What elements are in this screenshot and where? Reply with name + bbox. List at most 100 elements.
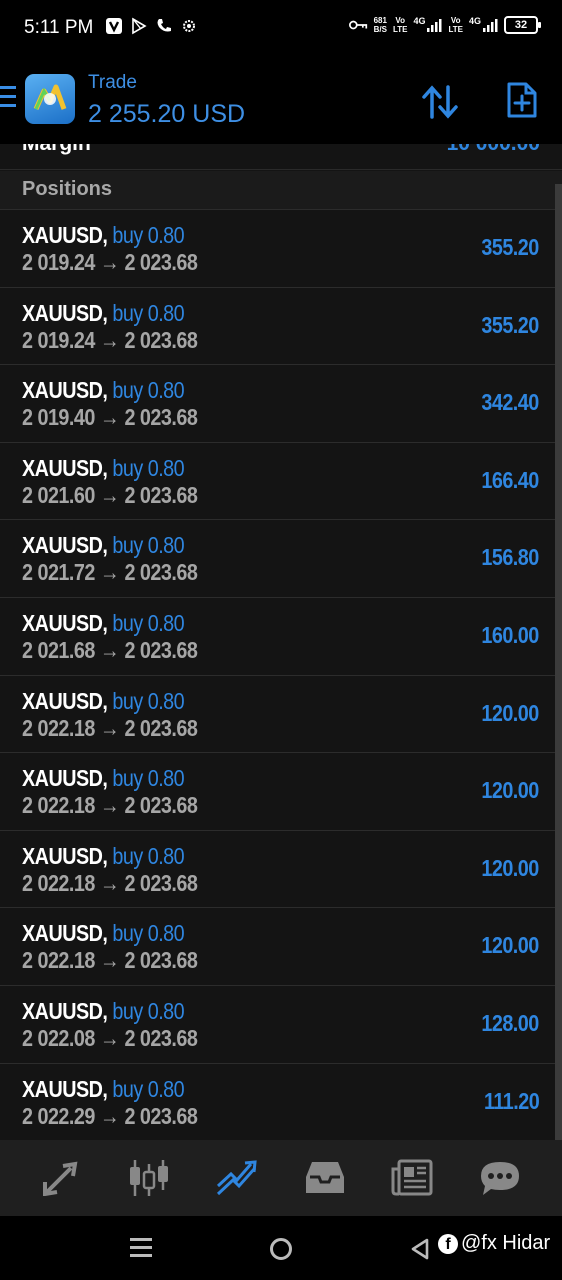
position-row[interactable]: XAUUSD, buy 0.80 2 022.18 → 2 023.68 120.00	[0, 676, 555, 754]
position-title: XAUUSD, buy 0.80	[22, 687, 185, 715]
open-price: 2 021.72	[22, 559, 95, 586]
position-symbol: XAUUSD,	[22, 1075, 108, 1102]
position-title: XAUUSD, buy 0.80	[22, 377, 185, 404]
new-order-document-icon	[507, 82, 537, 118]
watermark: f @fx Hidar	[438, 1232, 550, 1255]
position-row[interactable]: XAUUSD, buy 0.80 2 022.08 → 2 023.68 128.00	[0, 986, 555, 1064]
new-order-button[interactable]	[500, 78, 544, 122]
current-price: 2 023.68	[124, 249, 198, 275]
position-prices: 2 021.60 → 2 023.68	[22, 481, 198, 509]
position-row[interactable]: XAUUSD, buy 0.80 2 021.60 → 2 023.68 166.40	[0, 443, 555, 521]
position-row[interactable]: XAUUSD, buy 0.80 2 021.72 → 2 023.68 156.80	[0, 520, 555, 598]
positions-title: Positions	[22, 178, 113, 200]
system-status-icons: 681 B/S Vo LTE 4G Vo LTE 4G 32	[348, 15, 541, 34]
signal-bars-icon	[483, 18, 498, 32]
tab-history[interactable]	[295, 1148, 355, 1208]
position-symbol: XAUUSD,	[22, 687, 108, 714]
position-profit: 120.00	[481, 932, 540, 959]
news-icon	[391, 1159, 433, 1196]
open-price: 2 021.60	[22, 481, 95, 508]
position-profit: 342.40	[481, 389, 540, 416]
sim1-volte: Vo LTE	[392, 15, 408, 34]
v-app-icon	[104, 16, 123, 35]
chart-candles-icon	[130, 1160, 169, 1196]
current-price: 2 023.68	[124, 404, 198, 431]
quotes-arrows-icon	[42, 1161, 78, 1196]
notification-icons	[104, 16, 198, 35]
position-prices: 2 022.18 → 2 023.68	[22, 792, 198, 819]
position-title: XAUUSD, buy 0.80	[22, 997, 185, 1025]
screen-title: Trade	[88, 72, 137, 93]
position-symbol: XAUUSD,	[22, 222, 108, 248]
recent-apps-icon[interactable]	[130, 1238, 152, 1262]
position-title: XAUUSD, buy 0.80	[22, 765, 185, 792]
sim2-volte: Vo LTE	[448, 15, 463, 34]
current-price: 2 023.68	[124, 947, 198, 974]
position-prices: 2 019.24 → 2 023.68	[22, 249, 198, 276]
position-row[interactable]: XAUUSD, buy 0.80 2 019.40 → 2 023.68 342.40	[0, 365, 555, 443]
open-price: 2 019.24	[22, 326, 95, 353]
scrollbar[interactable]	[555, 184, 562, 1140]
position-symbol: XAUUSD,	[22, 997, 108, 1024]
signal-bars-icon	[427, 18, 442, 32]
current-price: 2 023.68	[124, 636, 198, 663]
position-side-volume: buy 0.80	[112, 687, 185, 714]
current-price: 2 023.68	[124, 1024, 198, 1051]
trade-content: Margin 10 000.00 Positions XAUUSD, buy 0…	[0, 144, 562, 1140]
positions-header: Positions	[0, 171, 562, 210]
open-price: 2 019.24	[22, 249, 95, 275]
home-icon[interactable]	[270, 1238, 292, 1260]
position-row[interactable]: XAUUSD, buy 0.80 2 022.18 → 2 023.68 120.00	[0, 831, 555, 909]
open-price: 2 019.40	[22, 404, 95, 431]
position-profit: 111.20	[483, 1087, 540, 1114]
position-title: XAUUSD, buy 0.80	[22, 299, 185, 327]
position-row[interactable]: XAUUSD, buy 0.80 2 019.24 → 2 023.68 355.20	[0, 210, 555, 288]
tab-trade[interactable]	[207, 1148, 267, 1208]
tab-chart[interactable]	[119, 1148, 179, 1208]
position-side-volume: buy 0.80	[112, 997, 185, 1024]
sort-button[interactable]	[418, 80, 462, 124]
trade-trend-icon	[217, 1160, 257, 1196]
position-prices: 2 019.24 → 2 023.68	[22, 326, 198, 354]
bottom-tab-bar	[0, 1140, 562, 1216]
play-store-icon	[129, 16, 148, 35]
positions-list[interactable]: XAUUSD, buy 0.80 2 019.24 → 2 023.68 355.20 X…	[0, 210, 555, 1140]
phone-call-icon	[154, 16, 173, 35]
position-row[interactable]: XAUUSD, buy 0.80 2 022.18 → 2 023.68 120.00	[0, 908, 555, 986]
tab-messages[interactable]	[470, 1148, 530, 1208]
hamburger-menu-icon[interactable]	[0, 86, 16, 112]
open-price: 2 022.29	[22, 1102, 95, 1129]
price-arrow-icon: →	[100, 559, 120, 586]
position-row[interactable]: XAUUSD, buy 0.80 2 022.18 → 2 023.68 120.00	[0, 753, 555, 831]
position-row[interactable]: XAUUSD, buy 0.80 2 019.24 → 2 023.68 355.20	[0, 288, 555, 366]
facebook-icon: f	[438, 1233, 458, 1254]
tab-quotes[interactable]	[32, 1148, 92, 1208]
position-row[interactable]: XAUUSD, buy 0.80 2 021.68 → 2 023.68 160.00	[0, 598, 555, 676]
price-arrow-icon: →	[100, 792, 120, 819]
position-symbol: XAUUSD,	[22, 299, 108, 326]
watermark-text: @fx Hidar	[461, 1232, 551, 1254]
position-row[interactable]: XAUUSD, buy 0.80 2 022.29 → 2 023.68 111.20	[0, 1064, 555, 1140]
position-symbol: XAUUSD,	[22, 532, 108, 559]
margin-value: 10 000.00	[447, 144, 540, 156]
price-arrow-icon: →	[100, 947, 120, 974]
settings-gear-icon	[179, 16, 198, 35]
position-title: XAUUSD, buy 0.80	[22, 455, 185, 482]
history-inbox-icon	[305, 1162, 344, 1193]
margin-label: Margin	[22, 144, 91, 156]
position-side-volume: buy 0.80	[112, 765, 185, 792]
tab-news[interactable]	[382, 1148, 442, 1208]
position-side-volume: buy 0.80	[112, 299, 185, 326]
position-side-volume: buy 0.80	[112, 842, 185, 869]
sort-arrows-icon	[422, 85, 458, 119]
position-side-volume: buy 0.80	[112, 222, 185, 248]
sim1-signal: 4G	[413, 16, 442, 33]
current-price: 2 023.68	[124, 714, 198, 741]
back-icon[interactable]	[410, 1238, 430, 1265]
position-symbol: XAUUSD,	[22, 609, 108, 636]
price-arrow-icon: →	[100, 249, 120, 275]
position-profit: 355.20	[481, 311, 540, 338]
position-prices: 2 022.18 → 2 023.68	[22, 714, 198, 742]
position-prices: 2 022.18 → 2 023.68	[22, 947, 198, 974]
price-arrow-icon: →	[100, 404, 120, 431]
